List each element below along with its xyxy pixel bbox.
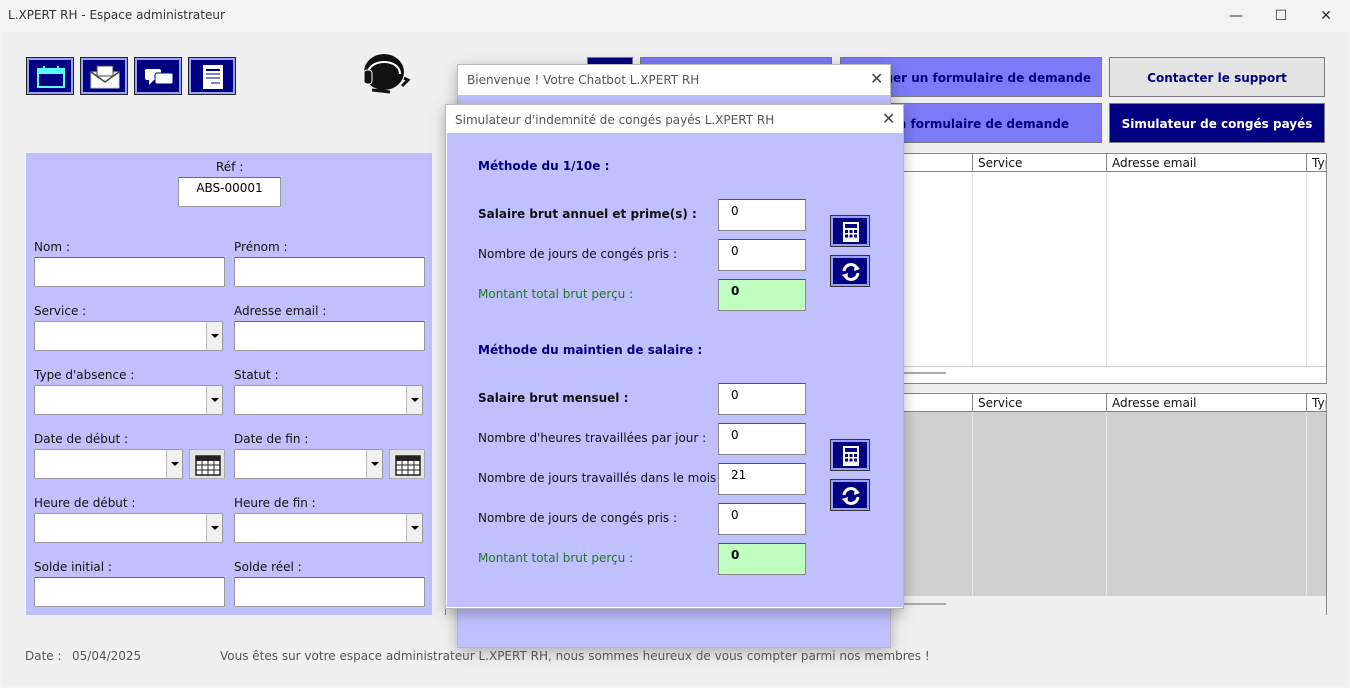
m1-total-output: 0 (718, 279, 806, 311)
heure-fin-select[interactable] (234, 513, 423, 543)
solde-initial-label: Solde initial : (34, 560, 112, 574)
m2-workdays-input[interactable]: 21 (718, 463, 806, 495)
m1-total-label: Montant total brut perçu : (478, 287, 634, 301)
date-fin-select[interactable] (234, 449, 383, 479)
heure-debut-select[interactable] (34, 513, 223, 543)
date-debut-label: Date de début : (34, 432, 129, 446)
simulator-title: Simulateur d'indemnité de congés payés L… (455, 113, 775, 127)
service-select[interactable] (34, 321, 223, 351)
grid-col-email[interactable]: Adresse email (1106, 394, 1306, 412)
calculator-icon (843, 222, 859, 242)
simulator-close-icon[interactable]: ✕ (882, 109, 895, 128)
date-value: 05/04/2025 (72, 649, 142, 663)
method1-title: Méthode du 1/10e : (478, 159, 610, 173)
chat-icon (145, 69, 174, 85)
minimize-button[interactable]: — (1213, 4, 1259, 28)
chevron-down-icon[interactable] (406, 514, 422, 542)
solde-reel-field[interactable] (234, 577, 425, 607)
welcome-message: Vous êtes sur votre espace administrateu… (220, 649, 930, 663)
m1-reset-button[interactable] (830, 255, 870, 287)
m1-salary-label: Salaire brut annuel et prime(s) : (478, 207, 697, 221)
method2-title: Méthode du maintien de salaire : (478, 343, 703, 357)
document-button[interactable] (188, 57, 236, 95)
m1-days-input[interactable]: 0 (718, 239, 806, 271)
headset-icon[interactable] (360, 50, 414, 98)
maximize-button[interactable]: ☐ (1258, 4, 1304, 28)
refresh-icon (842, 487, 860, 505)
email-field[interactable] (234, 321, 425, 351)
date-label: Date : (25, 649, 62, 663)
close-window-button[interactable]: ✕ (1303, 4, 1349, 28)
date-debut-calendar-button[interactable] (189, 449, 225, 479)
heure-fin-label: Heure de fin : (234, 496, 316, 510)
date-fin-calendar-button[interactable] (389, 449, 425, 479)
m1-calculate-button[interactable] (830, 215, 870, 247)
window-title: L.XPERT RH - Espace administrateur (8, 8, 225, 22)
chevron-down-icon[interactable] (206, 386, 222, 414)
solde-reel-label: Solde réel : (234, 560, 302, 574)
grid-col-email[interactable]: Adresse email (1106, 154, 1306, 172)
grid-col-type[interactable]: Typ (1306, 154, 1326, 172)
m2-calculate-button[interactable] (830, 439, 870, 471)
chevron-down-icon[interactable] (166, 450, 182, 478)
calendar-button[interactable] (26, 57, 74, 95)
m2-hours-label: Nombre d'heures travaillées par jour : (478, 431, 707, 445)
m2-total-output: 0 (718, 543, 806, 575)
simulator-button[interactable]: Simulateur de congés payés (1109, 103, 1325, 143)
m2-workdays-label: Nombre de jours travaillés dans le mois … (478, 471, 725, 485)
m2-total-label: Montant total brut perçu : (478, 551, 634, 565)
chat-button[interactable] (134, 57, 182, 95)
solde-initial-field[interactable] (34, 577, 225, 607)
nom-field[interactable] (34, 257, 225, 287)
m1-days-label: Nombre de jours de congés pris : (478, 247, 678, 261)
m2-days-input[interactable]: 0 (718, 503, 806, 535)
chevron-down-icon[interactable] (206, 514, 222, 542)
chevron-down-icon[interactable] (366, 450, 382, 478)
type-absence-label: Type d'absence : (34, 368, 135, 382)
chatbot-title: Bienvenue ! Votre Chatbot L.XPERT RH (467, 73, 700, 87)
m2-salary-input[interactable]: 0 (718, 383, 806, 415)
mail-button[interactable] (80, 57, 128, 95)
grid-col-type[interactable]: Typ (1306, 394, 1326, 412)
heure-debut-label: Heure de début : (34, 496, 136, 510)
refresh-icon (842, 263, 860, 281)
date-fin-label: Date de fin : (234, 432, 309, 446)
statut-label: Statut : (234, 368, 279, 382)
mail-icon (90, 65, 120, 89)
simulator-body (447, 133, 903, 607)
ref-label: Réf : (216, 160, 244, 174)
absence-form-panel (26, 153, 432, 615)
m1-salary-input[interactable]: 0 (718, 199, 806, 231)
m2-days-label: Nombre de jours de congés pris : (478, 511, 678, 525)
chevron-down-icon[interactable] (406, 386, 422, 414)
prenom-field[interactable] (234, 257, 425, 287)
m2-salary-label: Salaire brut mensuel : (478, 391, 629, 405)
m2-reset-button[interactable] (830, 479, 870, 511)
prenom-label: Prénom : (234, 240, 288, 254)
ref-field[interactable]: ABS-00001 (178, 177, 281, 207)
contact-support-button[interactable]: Contacter le support (1109, 57, 1325, 97)
m2-hours-input[interactable]: 0 (718, 423, 806, 455)
date-debut-select[interactable] (34, 449, 183, 479)
nom-label: Nom : (34, 240, 70, 254)
calendar-icon (195, 455, 221, 476)
grid-col-service[interactable]: Service (972, 394, 1106, 412)
calendar-icon (37, 66, 65, 88)
email-label: Adresse email : (234, 304, 327, 318)
chatbot-close-icon[interactable]: ✕ (870, 69, 883, 88)
type-absence-select[interactable] (34, 385, 223, 415)
grid-col-service[interactable]: Service (972, 154, 1106, 172)
service-label: Service : (34, 304, 87, 318)
document-icon (203, 65, 223, 89)
chevron-down-icon[interactable] (206, 322, 222, 350)
calculator-icon (843, 446, 859, 466)
calendar-icon (395, 455, 421, 476)
statut-select[interactable] (234, 385, 423, 415)
